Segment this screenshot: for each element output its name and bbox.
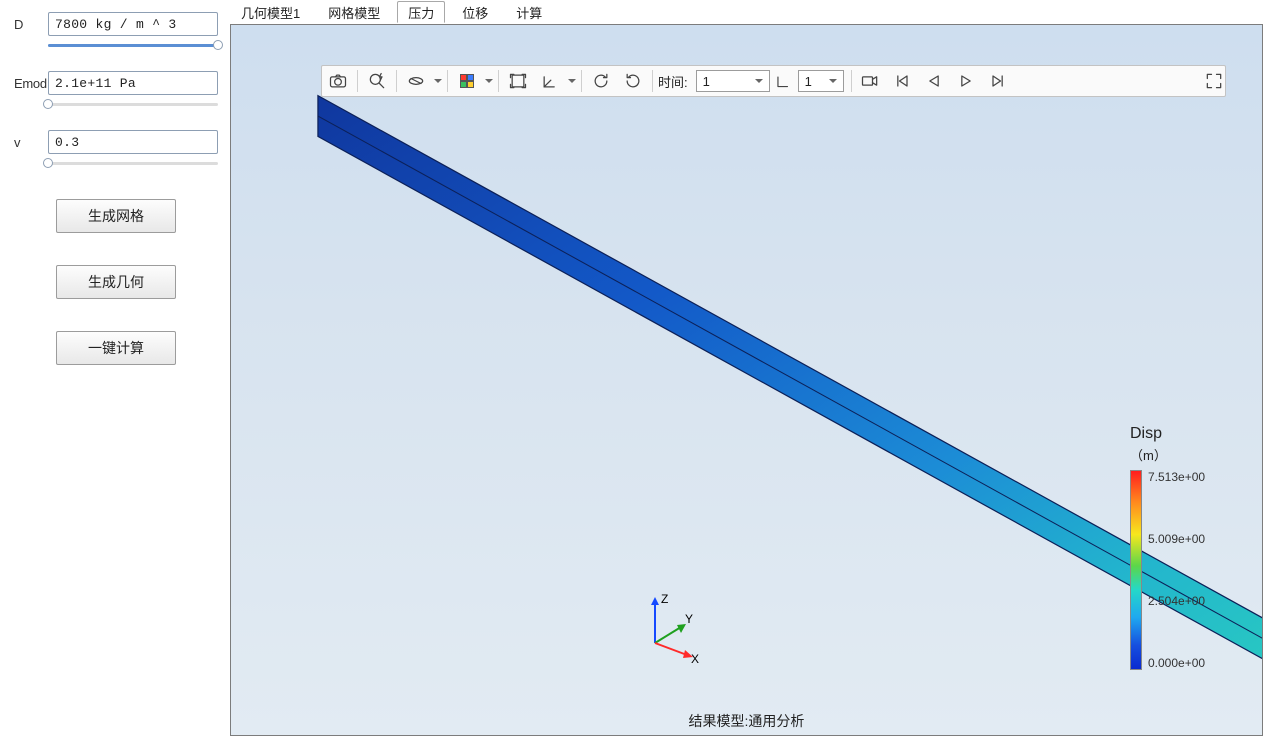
axis-triad: Z Y X [641,585,701,645]
record-icon[interactable] [855,66,887,96]
parameter-panel: D Emod v 生成网格 生成几何 一键计算 [0,0,230,752]
color-legend: Disp （m） 7.513e+00 5.009e+00 2.504e+00 0… [1130,425,1240,670]
fullscreen-icon[interactable] [1203,66,1225,96]
nu-row: v [14,130,218,154]
rotate-ccw-icon[interactable] [617,66,649,96]
skip-first-icon[interactable] [887,66,919,96]
viewport-toolbar: 时间: 1 1 [321,65,1226,97]
generate-mesh-button[interactable]: 生成网格 [56,199,176,233]
rotate-cw-icon[interactable] [585,66,617,96]
generate-geometry-button[interactable]: 生成几何 [56,265,176,299]
density-row: D [14,12,218,36]
density-slider[interactable] [48,39,218,51]
time-combo[interactable]: 1 [696,70,770,92]
nu-slider[interactable] [48,157,218,169]
legend-q1: 2.504e+00 [1148,594,1205,608]
legend-q3: 5.009e+00 [1148,532,1205,546]
viewport-3d[interactable]: 时间: 1 1 [230,24,1263,736]
nu-input[interactable] [48,130,218,154]
onekey-compute-button[interactable]: 一键计算 [56,331,176,365]
clip-plane-dropdown[interactable] [432,66,444,96]
work-area: 几何模型1 网格模型 压力 位移 计算 [230,0,1269,752]
time-label: 时间: [656,66,692,96]
play-forward-icon[interactable] [951,66,983,96]
tab-pressure[interactable]: 压力 [397,1,445,23]
tab-displace[interactable]: 位移 [451,1,499,23]
tab-compute[interactable]: 计算 [505,1,553,23]
play-back-icon[interactable] [919,66,951,96]
axes-xyz-icon[interactable] [534,66,566,96]
emod-row: Emod [14,71,218,95]
legend-title: Disp [1130,425,1240,443]
beam-model [230,24,1263,729]
legend-max: 7.513e+00 [1148,470,1205,484]
axes-dropdown[interactable] [566,66,578,96]
fit-view-icon[interactable] [502,66,534,96]
colormap-dropdown[interactable] [483,66,495,96]
legend-colorbar [1130,470,1142,670]
step-combo[interactable]: 1 [798,70,844,92]
tab-mesh[interactable]: 网格模型 [317,1,391,23]
angle-icon[interactable] [774,66,794,96]
emod-label: Emod [14,76,48,91]
viewport-caption: 结果模型:通用分析 [231,711,1262,731]
clip-plane-icon[interactable] [400,66,432,96]
tab-geometry[interactable]: 几何模型1 [230,1,311,23]
density-label: D [14,17,48,32]
skip-last-icon[interactable] [983,66,1015,96]
legend-unit: （m） [1130,445,1240,464]
density-input[interactable] [48,12,218,36]
camera-icon[interactable] [322,66,354,96]
emod-slider[interactable] [48,98,218,110]
model-tabs: 几何模型1 网格模型 压力 位移 计算 [230,0,1269,24]
zoom-flash-icon[interactable] [361,66,393,96]
time-combo-value: 1 [703,74,710,89]
axis-y-label: Y [685,612,693,626]
colormap-icon[interactable] [451,66,483,96]
nu-label: v [14,135,48,150]
step-combo-value: 1 [805,74,812,89]
emod-input[interactable] [48,71,218,95]
legend-min: 0.000e+00 [1148,656,1205,670]
axis-z-label: Z [661,592,668,606]
axis-x-label: X [691,652,699,665]
